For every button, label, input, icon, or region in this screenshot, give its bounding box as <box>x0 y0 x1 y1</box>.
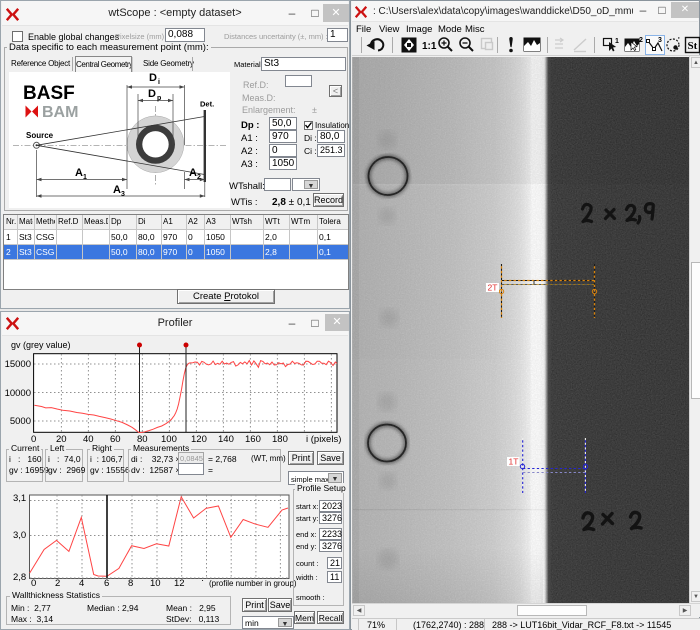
svg-text:15000: 15000 <box>5 359 31 370</box>
svg-text:2T: 2T <box>488 283 498 293</box>
svg-text:140: 140 <box>218 434 234 445</box>
svg-text:A: A <box>113 184 121 196</box>
svg-text:1: 1 <box>615 38 619 45</box>
svg-text:12: 12 <box>174 578 185 589</box>
svg-text:10: 10 <box>150 578 161 589</box>
svg-text:D: D <box>148 88 156 100</box>
svg-text:120: 120 <box>191 434 207 445</box>
svg-text:180: 180 <box>272 434 288 445</box>
svg-text:': ' <box>678 37 680 44</box>
svg-text:i: i <box>158 79 160 86</box>
svg-text:160: 160 <box>245 434 261 445</box>
svg-text:6: 6 <box>104 578 109 589</box>
svg-text:1: 1 <box>83 174 87 181</box>
svg-text:8: 8 <box>128 578 133 589</box>
svg-text:0: 0 <box>31 578 36 589</box>
svg-text:3,0: 3,0 <box>13 530 26 541</box>
svg-text:3: 3 <box>121 191 125 198</box>
svg-text:1:1: 1:1 <box>422 41 437 52</box>
svg-text:A: A <box>189 167 197 179</box>
svg-text:A: A <box>75 167 83 179</box>
svg-text:1T: 1T <box>509 457 519 467</box>
svg-text:2: 2 <box>55 578 60 589</box>
svg-text:10000: 10000 <box>5 388 31 399</box>
svg-text:BASF: BASF <box>23 83 75 104</box>
svg-text:p: p <box>157 95 161 102</box>
svg-text:2: 2 <box>639 37 643 44</box>
svg-text:2: 2 <box>197 174 201 181</box>
svg-text:5000: 5000 <box>10 416 31 427</box>
svg-text:3: 3 <box>658 37 662 44</box>
svg-text:D: D <box>149 72 157 84</box>
svg-text:i (pixels): i (pixels) <box>306 434 341 445</box>
svg-text:2,8: 2,8 <box>13 572 26 583</box>
svg-text:4: 4 <box>79 578 84 589</box>
svg-text:·: · <box>201 575 204 586</box>
svg-text:(profile number in group): (profile number in group) <box>209 579 297 588</box>
svg-text:Det.: Det. <box>200 100 214 109</box>
svg-text:BAM: BAM <box>42 104 78 121</box>
svg-text:Source: Source <box>26 131 54 140</box>
svg-text:St: St <box>688 40 698 52</box>
svg-text:3,1: 3,1 <box>13 493 26 504</box>
